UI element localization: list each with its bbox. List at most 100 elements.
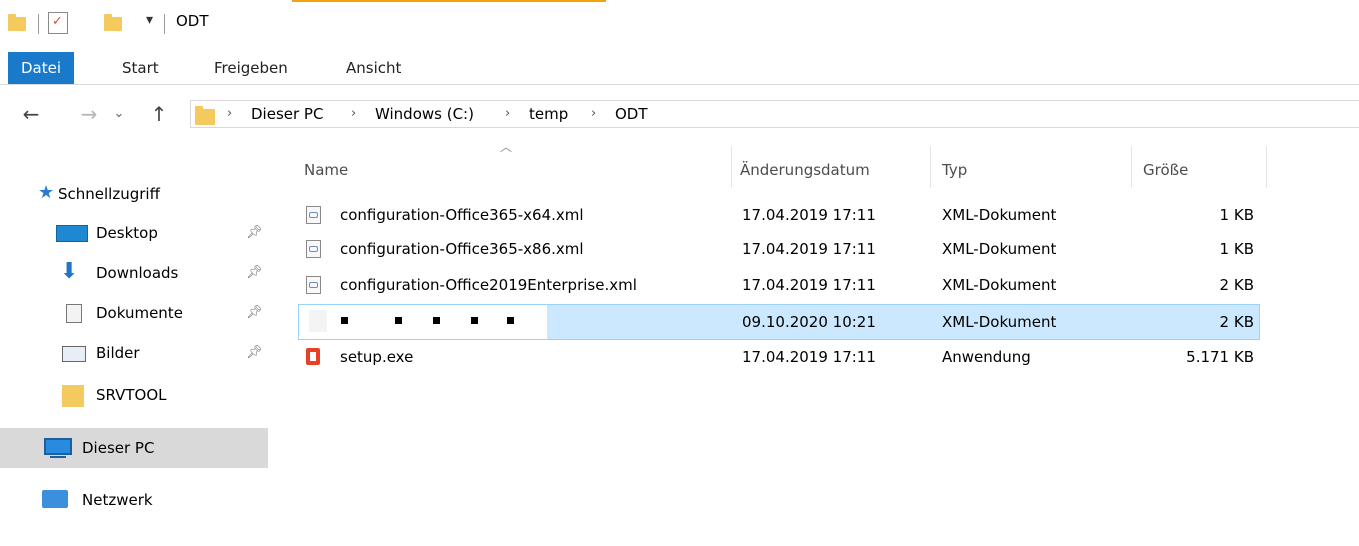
redaction-block [299, 305, 547, 339]
sidebar-item-quick-access[interactable]: ★ Schnellzugriff [0, 176, 268, 212]
file-size: 1 KB [1219, 240, 1254, 258]
sidebar-item-label: Bilder [96, 344, 140, 362]
table-row[interactable]: configuration-Office365-x64.xml 17.04.20… [298, 198, 1260, 232]
pin-icon[interactable]: 📌︎ [246, 345, 263, 360]
sidebar-item-this-pc[interactable]: Dieser PC [0, 428, 268, 468]
breadcrumb-chevron-icon[interactable]: › [505, 101, 510, 127]
column-divider[interactable] [731, 146, 732, 188]
breadcrumb-chevron-icon[interactable]: › [351, 101, 356, 127]
breadcrumb-temp[interactable]: temp [529, 101, 568, 127]
breadcrumb-odt[interactable]: ODT [615, 101, 648, 127]
sidebar-item-label: Dokumente [96, 304, 183, 322]
breadcrumb-this-pc[interactable]: Dieser PC [251, 101, 323, 127]
navigation-bar: ← → ⌄ ↑ › Dieser PC › Windows (C:) › tem… [0, 96, 1359, 132]
new-folder-icon[interactable] [104, 14, 122, 31]
office-app-icon [306, 348, 320, 365]
qat-dropdown-icon[interactable]: ▾ [146, 12, 153, 28]
ribbon-tabs: Datei Start Freigeben Ansicht [0, 52, 1359, 85]
redaction-mark [433, 317, 440, 324]
file-date: 17.04.2019 17:11 [742, 348, 876, 366]
sidebar-item-documents[interactable]: Dokumente 📌︎ [0, 295, 268, 331]
forward-arrow-icon[interactable]: → [74, 96, 104, 132]
file-name: configuration-Office365-x86.xml [340, 240, 584, 258]
breadcrumb-chevron-icon[interactable]: › [227, 101, 232, 127]
table-row[interactable]: configuration-Office365-x86.xml 17.04.20… [298, 232, 1260, 266]
sidebar-item-network[interactable]: Netzwerk [0, 482, 268, 518]
redaction-mark [341, 317, 348, 324]
file-size: 1 KB [1219, 206, 1254, 224]
address-bar[interactable]: › Dieser PC › Windows (C:) › temp › ODT [190, 100, 1359, 128]
file-type: XML-Dokument [942, 206, 1057, 224]
folder-icon [8, 14, 26, 31]
xml-file-icon [306, 240, 321, 258]
sidebar-item-label: Schnellzugriff [58, 185, 160, 203]
sidebar-item-desktop[interactable]: Desktop 📌︎ [0, 215, 268, 251]
column-divider[interactable] [1266, 146, 1267, 188]
column-header-name[interactable]: Name [304, 152, 348, 188]
file-size: 2 KB [1219, 313, 1254, 331]
documents-icon [66, 304, 82, 323]
pictures-icon [62, 346, 86, 362]
file-type: Anwendung [942, 348, 1031, 366]
column-header-size[interactable]: Größe [1143, 152, 1188, 188]
column-header-date[interactable]: Änderungsdatum [740, 152, 870, 188]
pin-icon[interactable]: 📌︎ [246, 225, 263, 240]
file-name: configuration-Office2019Enterprise.xml [340, 276, 637, 294]
column-header-type[interactable]: Typ [942, 152, 967, 188]
network-icon [42, 490, 68, 508]
properties-icon[interactable]: ✓ [48, 12, 68, 34]
redaction-mark [471, 317, 478, 324]
office-app-icon-inner [310, 352, 316, 361]
table-row-selected[interactable]: 09.10.2020 10:21 XML-Dokument 2 KB [298, 304, 1260, 340]
title-bar: ✓ ▾ ODT [0, 0, 1359, 40]
sidebar-item-label: Downloads [96, 264, 179, 282]
tab-file[interactable]: Datei [8, 52, 74, 84]
up-arrow-icon[interactable]: ↑ [144, 96, 174, 132]
redaction-mark [507, 317, 514, 324]
computer-icon [44, 438, 72, 455]
star-icon: ★ [38, 182, 55, 203]
column-divider[interactable] [1131, 146, 1132, 188]
file-name: setup.exe [340, 348, 414, 366]
pin-icon[interactable]: 📌︎ [246, 305, 263, 320]
file-type: XML-Dokument [942, 276, 1057, 294]
file-date: 17.04.2019 17:11 [742, 276, 876, 294]
tab-share[interactable]: Freigeben [214, 52, 288, 84]
table-row[interactable]: configuration-Office2019Enterprise.xml 1… [298, 268, 1260, 302]
recent-locations-chevron-icon[interactable]: ⌄ [104, 96, 134, 132]
file-icon [309, 310, 327, 332]
downloads-icon: ⬇ [60, 259, 79, 284]
file-name: configuration-Office365-x64.xml [340, 206, 584, 224]
file-size: 2 KB [1219, 276, 1254, 294]
tab-view[interactable]: Ansicht [346, 52, 401, 84]
tab-start[interactable]: Start [122, 52, 159, 84]
column-divider[interactable] [930, 146, 931, 188]
sidebar-item-pictures[interactable]: Bilder 📌︎ [0, 335, 268, 371]
file-type: XML-Dokument [942, 313, 1057, 331]
xml-file-icon [306, 276, 321, 294]
sidebar-item-label: Desktop [96, 224, 158, 242]
sidebar-item-label: Netzwerk [82, 491, 153, 509]
redaction-mark [395, 317, 402, 324]
sidebar-item-label: Dieser PC [82, 439, 155, 457]
folder-icon [195, 106, 215, 125]
pin-icon[interactable]: 📌︎ [246, 265, 263, 280]
breadcrumb-chevron-icon[interactable]: › [591, 101, 596, 127]
separator [38, 14, 39, 34]
sidebar-item-label: SRVTOOL [96, 386, 167, 404]
back-arrow-icon[interactable]: ← [16, 96, 46, 132]
computer-stand [50, 456, 66, 458]
file-date: 17.04.2019 17:11 [742, 240, 876, 258]
desktop-icon [56, 225, 88, 242]
file-date: 09.10.2020 10:21 [742, 313, 876, 331]
sort-ascending-icon: ︿ [500, 140, 513, 154]
file-date: 17.04.2019 17:11 [742, 206, 876, 224]
breadcrumb-drive-c[interactable]: Windows (C:) [375, 101, 474, 127]
file-size: 5.171 KB [1186, 348, 1254, 366]
sidebar-item-downloads[interactable]: ⬇ Downloads 📌︎ [0, 255, 268, 291]
accent-line [292, 0, 606, 2]
sidebar-item-srvtool[interactable]: SRVTOOL [0, 377, 268, 413]
table-row[interactable]: setup.exe 17.04.2019 17:11 Anwendung 5.1… [298, 340, 1260, 374]
folder-icon [62, 385, 84, 407]
window-title: ODT [176, 12, 209, 30]
